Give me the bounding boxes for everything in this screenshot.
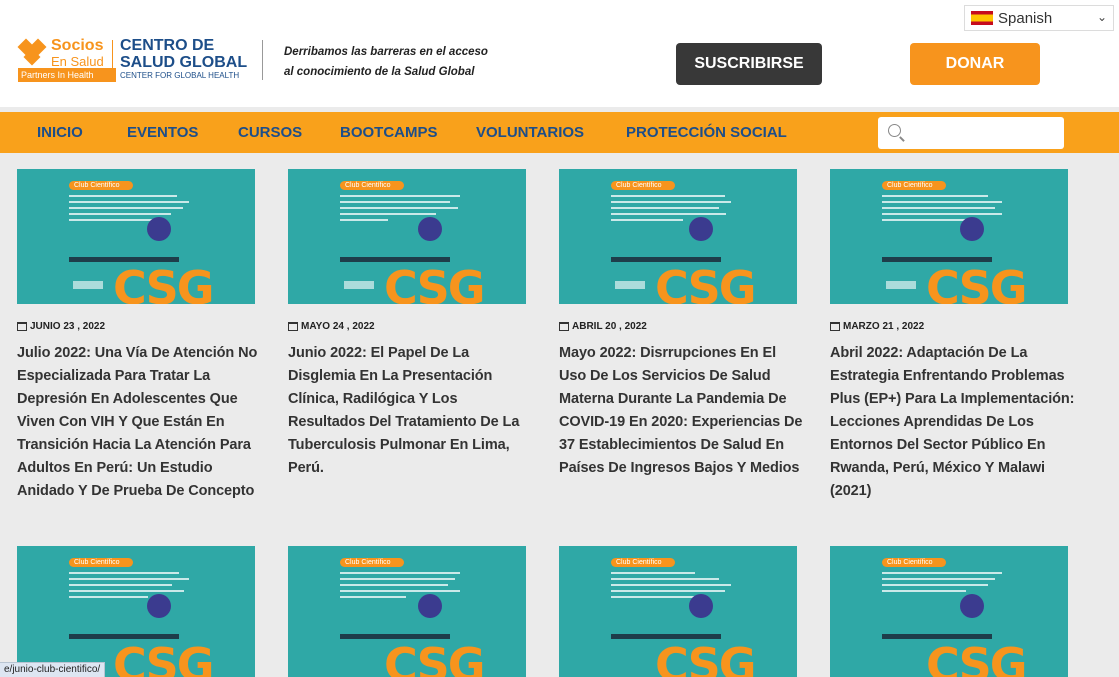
post-thumbnail[interactable]: Club Científico CSG xyxy=(288,169,526,304)
spain-flag-icon xyxy=(971,11,993,25)
thumb-pill: Club Científico xyxy=(882,558,946,567)
nav-item-cursos[interactable]: CURSOS xyxy=(238,124,302,141)
thumb-pill: Club Científico xyxy=(69,181,133,190)
header-separator xyxy=(262,40,263,80)
tagline: Derribamos las barreras en el acceso al … xyxy=(284,42,488,82)
nav-item-inicio[interactable]: INICIO xyxy=(37,124,83,141)
org-line1: CENTRO DE xyxy=(120,37,215,54)
post-date: JUNIO 23 , 2022 xyxy=(17,321,105,332)
calendar-icon xyxy=(17,322,27,331)
chevron-down-icon: ⌄ xyxy=(1096,10,1107,24)
thumb-pill: Club Científico xyxy=(340,181,404,190)
nav-item-bootcamps[interactable]: BOOTCAMPS xyxy=(340,124,438,141)
thumb-pill: Club Científico xyxy=(611,181,675,190)
search-input[interactable] xyxy=(878,117,1064,149)
donate-button[interactable]: DONAR xyxy=(910,43,1040,85)
post-thumbnail[interactable]: Club Científico CSG xyxy=(559,546,797,677)
nav-item-voluntarios[interactable]: VOLUNTARIOS xyxy=(476,124,584,141)
language-label: Spanish xyxy=(998,9,1053,27)
csg-logo: CSG xyxy=(655,638,756,677)
language-select[interactable]: Spanish ⌄ xyxy=(964,5,1114,31)
logo-socios: Socios xyxy=(51,37,104,54)
nav-item-eventos[interactable]: EVENTOS xyxy=(127,124,198,141)
status-bar-url: e/junio-club-cientifico/ xyxy=(0,662,106,677)
tagline-line2: al conocimiento de la Salud Global xyxy=(284,66,475,78)
csg-logo: CSG xyxy=(655,261,756,304)
csg-logo: CSG xyxy=(113,638,214,677)
thumb-pill: Club Científico xyxy=(882,181,946,190)
calendar-icon xyxy=(559,322,569,331)
post-title[interactable]: Julio 2022: Una Vía De Atención No Espec… xyxy=(17,342,263,503)
post-title[interactable]: Mayo 2022: Disrrupciones En El Uso De Lo… xyxy=(559,342,805,480)
post-thumbnail[interactable]: Club Científico CSG xyxy=(559,169,797,304)
csg-logo: CSG xyxy=(384,261,485,304)
tagline-line1: Derribamos las barreras en el acceso xyxy=(284,46,488,58)
post-date: ABRIL 20 , 2022 xyxy=(559,321,647,332)
post-thumbnail[interactable]: Club Científico CSG xyxy=(17,169,255,304)
csg-logo: CSG xyxy=(384,638,485,677)
calendar-icon xyxy=(288,322,298,331)
logo-mark-icon xyxy=(17,38,48,66)
org-line2: SALUD GLOBAL xyxy=(120,54,248,71)
centro-salud-global-logo[interactable]: CENTRO DE SALUD GLOBAL CENTER FOR GLOBAL… xyxy=(120,38,247,81)
thumb-pill: Club Científico xyxy=(340,558,404,567)
logo-en-salud: En Salud xyxy=(51,54,104,69)
post-thumbnail[interactable]: Club Científico CSG xyxy=(288,546,526,677)
subscribe-button[interactable]: SUSCRIBIRSE xyxy=(676,43,822,85)
calendar-icon xyxy=(830,322,840,331)
post-date: MARZO 21 , 2022 xyxy=(830,321,924,332)
csg-logo: CSG xyxy=(926,638,1027,677)
logo-divider xyxy=(112,40,113,82)
post-thumbnail[interactable]: Club Científico CSG xyxy=(17,546,255,677)
org-line3: CENTER FOR GLOBAL HEALTH xyxy=(120,71,240,80)
post-date: MAYO 24 , 2022 xyxy=(288,321,375,332)
socios-en-salud-logo[interactable]: Socios En Salud Partners In Health xyxy=(17,37,116,82)
search-icon xyxy=(888,124,901,137)
csg-logo: CSG xyxy=(113,261,214,304)
post-title[interactable]: Abril 2022: Adaptación De La Estrategia … xyxy=(830,342,1076,503)
thumb-pill: Club Científico xyxy=(611,558,675,567)
nav-item-proteccion-social[interactable]: PROTECCIÓN SOCIAL xyxy=(626,124,787,141)
logo-pih: Partners In Health xyxy=(18,68,116,82)
post-title[interactable]: Junio 2022: El Papel De La Disglemia En … xyxy=(288,342,534,480)
post-thumbnail[interactable]: Club Científico CSG xyxy=(830,169,1068,304)
thumb-pill: Club Científico xyxy=(69,558,133,567)
post-thumbnail[interactable]: Club Científico CSG xyxy=(830,546,1068,677)
csg-logo: CSG xyxy=(926,261,1027,304)
